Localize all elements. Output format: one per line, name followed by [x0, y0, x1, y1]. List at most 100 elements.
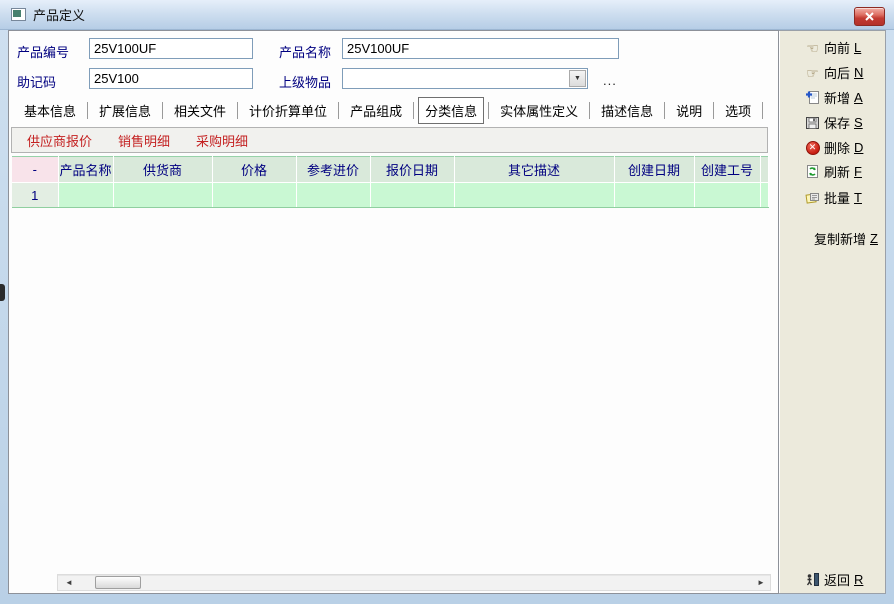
grid-cell[interactable]: [212, 183, 296, 208]
button-label: 向后: [824, 63, 850, 82]
grid-corner-header[interactable]: -: [12, 157, 58, 183]
hand-right-icon: ☞: [804, 66, 821, 80]
tab-product-composition[interactable]: 产品组成: [339, 97, 413, 124]
grid-cell-filler: [760, 183, 769, 208]
subtab-bar: 供应商报价 销售明细 采购明细: [11, 127, 768, 153]
refresh-icon: [804, 164, 821, 179]
delete-icon: ✕: [804, 141, 821, 155]
scroll-left-icon[interactable]: ◄: [62, 575, 76, 590]
grid-row-1: 1: [12, 183, 769, 208]
batch-icon: [804, 190, 821, 205]
return-button[interactable]: 返回 R: [780, 568, 884, 591]
access-key: Z: [870, 231, 878, 246]
window-title: 产品定义: [33, 5, 85, 24]
save-button[interactable]: 保存 S: [780, 111, 884, 134]
delete-button[interactable]: ✕ 删除 D: [780, 136, 884, 159]
x-glyph: ✕: [806, 141, 820, 155]
grid-header-created-date[interactable]: 创建日期: [614, 157, 694, 183]
button-label: 返回: [824, 570, 850, 589]
button-label: 保存: [824, 113, 850, 132]
close-button[interactable]: [854, 7, 885, 26]
scrollbar-thumb[interactable]: [95, 576, 141, 589]
button-label: 新增: [824, 88, 850, 107]
mnemonic-code-input[interactable]: [89, 68, 253, 89]
grid-header-filler: [760, 157, 769, 183]
add-new-button[interactable]: 新增 A: [780, 86, 884, 109]
horizontal-scrollbar[interactable]: ◄ ►: [57, 574, 771, 591]
parent-item-label: 上级物品: [279, 72, 331, 91]
grid-cell[interactable]: [694, 183, 760, 208]
access-key: L: [854, 40, 861, 55]
tab-strip: 基本信息 扩展信息 相关文件 计价折算单位 产品组成 分类信息 实体属性定义 描…: [13, 97, 773, 123]
button-label: 复制新增: [814, 229, 866, 248]
button-label: 删除: [824, 138, 850, 157]
hand-left-icon: ☜: [804, 41, 821, 55]
parent-item-value: [346, 71, 567, 87]
tab-separator: [762, 102, 763, 119]
save-icon: [804, 115, 821, 130]
access-key: A: [854, 90, 863, 105]
button-label: 向前: [824, 38, 850, 57]
grid-header-price[interactable]: 价格: [212, 157, 296, 183]
grid-cell[interactable]: [58, 183, 113, 208]
refresh-button[interactable]: 刷新 F: [780, 160, 884, 183]
subtab-purchase-details[interactable]: 采购明细: [196, 131, 248, 150]
grid-cell[interactable]: [113, 183, 212, 208]
product-code-input[interactable]: [89, 38, 253, 59]
button-label: 刷新: [824, 162, 850, 181]
exit-icon: [804, 572, 821, 587]
nav-backward-button[interactable]: ☞ 向后 N: [780, 61, 884, 84]
main-panel: 产品编号 产品名称 助记码 上级物品 ▼ ... 基本信息 扩展信息 相关文件 …: [8, 30, 779, 594]
grid-header-ref-price[interactable]: 参考进价: [296, 157, 370, 183]
tab-extended-info[interactable]: 扩展信息: [88, 97, 162, 124]
grid-cell[interactable]: [296, 183, 370, 208]
copy-add-button[interactable]: 复制新增 Z: [780, 227, 884, 250]
tab-options[interactable]: 选项: [714, 97, 762, 124]
grid-header-row: - 产品名称 供货商 价格 参考进价 报价日期 其它描述 创建日期 创建工号: [12, 157, 769, 183]
grid-header-supplier[interactable]: 供货商: [113, 157, 212, 183]
new-document-icon: [804, 90, 821, 105]
parent-item-dropdown-button[interactable]: ▼: [569, 70, 586, 87]
grid-header-other-desc[interactable]: 其它描述: [454, 157, 614, 183]
tab-entity-attributes[interactable]: 实体属性定义: [489, 97, 589, 124]
toolbar-sidebar: ☜ 向前 L ☞ 向后 N 新增 A: [779, 30, 886, 594]
tab-separator: [413, 102, 414, 119]
product-definition-window: 产品定义 产品编号 产品名称 助记码 上级物品 ▼ ... 基本信息 扩展信息: [0, 0, 894, 604]
button-label: 批量: [824, 188, 850, 207]
product-name-input[interactable]: [342, 38, 619, 59]
parent-item-combobox[interactable]: ▼: [342, 68, 588, 89]
close-icon: [865, 12, 874, 21]
grid-cell[interactable]: [614, 183, 694, 208]
scroll-right-icon[interactable]: ►: [754, 575, 768, 590]
access-key: D: [854, 140, 863, 155]
access-key: N: [854, 65, 863, 80]
product-name-label: 产品名称: [279, 42, 331, 61]
access-key: R: [854, 572, 863, 587]
batch-button[interactable]: 批量 T: [780, 186, 884, 209]
tab-related-files[interactable]: 相关文件: [163, 97, 237, 124]
tab-description-info[interactable]: 描述信息: [590, 97, 664, 124]
window-icon: [11, 8, 26, 21]
tab-pricing-units[interactable]: 计价折算单位: [238, 97, 338, 124]
access-key: T: [854, 190, 862, 205]
grid-row-number[interactable]: 1: [12, 183, 58, 208]
supplier-quote-grid: - 产品名称 供货商 价格 参考进价 报价日期 其它描述 创建日期 创建工号 1: [12, 156, 769, 208]
mnemonic-code-label: 助记码: [17, 72, 56, 91]
grid-header-creator-id[interactable]: 创建工号: [694, 157, 760, 183]
tab-basic-info[interactable]: 基本信息: [13, 97, 87, 124]
subtab-supplier-quotes[interactable]: 供应商报价: [27, 131, 92, 150]
access-key: F: [854, 164, 862, 179]
tab-classification-info-selected[interactable]: 分类信息: [418, 97, 484, 124]
nav-forward-button[interactable]: ☜ 向前 L: [780, 36, 884, 59]
access-key: S: [854, 115, 863, 130]
grid-cell[interactable]: [370, 183, 454, 208]
grid-header-quote-date[interactable]: 报价日期: [370, 157, 454, 183]
subtab-sales-details[interactable]: 销售明细: [118, 131, 170, 150]
tab-notes[interactable]: 说明: [665, 97, 713, 124]
title-bar: 产品定义: [0, 0, 894, 30]
chevron-down-icon: ▼: [574, 75, 581, 82]
background-window-fragment: [0, 284, 5, 301]
grid-cell[interactable]: [454, 183, 614, 208]
parent-item-browse-button[interactable]: ...: [603, 73, 617, 88]
grid-header-product-name[interactable]: 产品名称: [58, 157, 113, 183]
